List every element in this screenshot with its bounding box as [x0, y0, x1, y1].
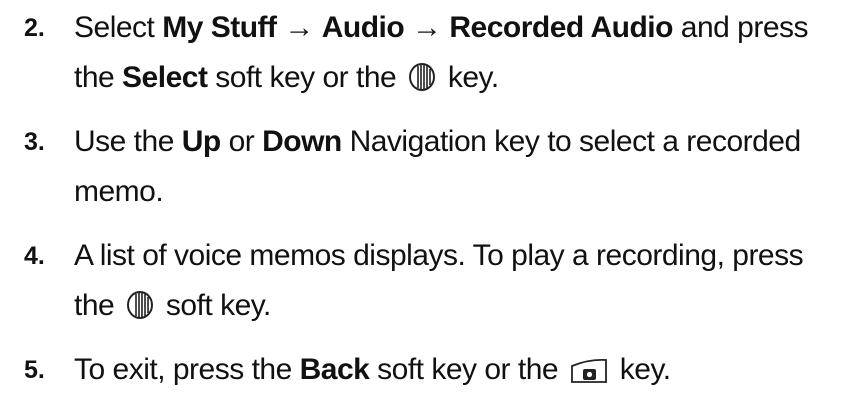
step-number: 2.: [24, 14, 45, 42]
instruction-page: 2. Select My Stuff → Audio → Recorded Au…: [0, 0, 856, 410]
up-key-label: Up: [181, 125, 222, 158]
menu-path-recorded-audio: Recorded Audio: [449, 11, 673, 44]
step-text: soft key.: [158, 289, 271, 322]
step-text: Select: [74, 11, 163, 44]
step-text-line: To exit, press the Back soft key or the …: [74, 354, 671, 391]
step-number: 4.: [24, 242, 45, 270]
step-text-line: memo.: [74, 175, 164, 208]
step-number: 3.: [24, 128, 45, 156]
step-number: 5.: [24, 356, 45, 384]
step-text: and press: [672, 11, 809, 44]
step-text: Use the: [74, 125, 182, 158]
step-text: key.: [611, 353, 671, 386]
step-text: memo.: [74, 175, 164, 208]
step-text-line: the soft key.: [74, 290, 271, 327]
back-key-icon: [570, 356, 608, 391]
step-text-line: the Select soft key or the key.: [74, 62, 499, 99]
ok-key-icon: [408, 62, 436, 99]
step-text: Navigation key to select a recorded: [341, 125, 802, 158]
step-text: or: [220, 125, 263, 158]
step-text: the: [74, 289, 123, 322]
path-arrow: →: [404, 11, 450, 44]
step-text-line: A list of voice memos displays. To play …: [74, 239, 804, 272]
back-key-label: Back: [299, 353, 370, 386]
menu-path-audio: Audio: [321, 11, 405, 44]
step-text: soft key or the: [207, 61, 405, 94]
step-text: soft key or the: [369, 353, 566, 386]
step-text: A list of voice memos displays. To play …: [74, 239, 804, 272]
path-arrow: →: [276, 11, 322, 44]
step-text-line: Select My Stuff → Audio → Recorded Audio…: [74, 11, 809, 44]
step-text: To exit, press the: [74, 353, 300, 386]
step-text: the: [74, 61, 123, 94]
ok-key-icon: [126, 290, 154, 327]
down-key-label: Down: [262, 125, 342, 158]
menu-path-my-stuff: My Stuff: [162, 11, 277, 44]
step-text-line: Use the Up or Down Navigation key to sel…: [74, 126, 801, 158]
step-text: key.: [440, 61, 499, 94]
select-key-label: Select: [122, 61, 208, 94]
